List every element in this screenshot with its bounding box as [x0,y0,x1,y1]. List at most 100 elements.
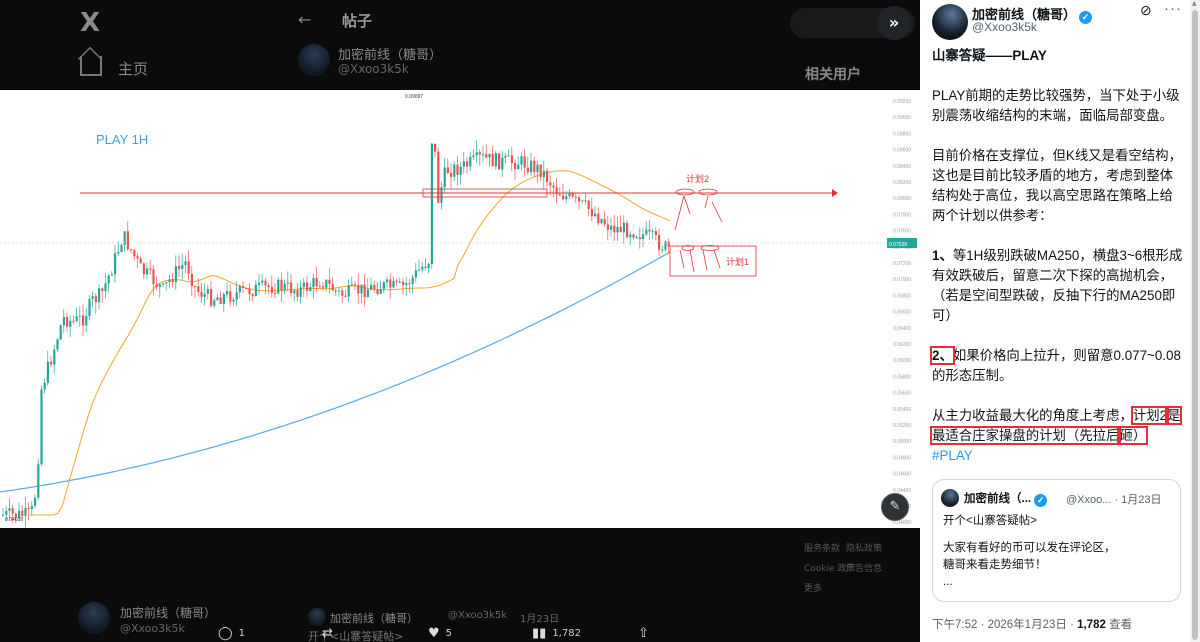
candle-body [530,160,533,173]
candle-body [286,282,289,284]
candle-body [248,288,251,295]
candle-body [654,231,657,236]
candle-body [424,266,427,269]
candle-body [526,167,529,173]
expand-icon[interactable]: » [877,6,911,40]
nav-home-label[interactable]: 主页 [118,58,148,79]
candle-body [594,213,597,217]
candle-body [414,270,417,278]
candle-body [184,261,187,266]
scrollbar-thumb[interactable] [1192,10,1198,640]
plan2-number-highlight: 2、 [930,346,955,365]
quoted-post-card[interactable]: 加密前线（... ✓ @Xxoo... · 1月23日 开个<山寨答疑帖> 大家有… [932,479,1181,602]
candle-body [626,222,629,238]
scrollbar[interactable]: ▲ [1190,0,1200,642]
candle-body [85,316,88,326]
reply-time: 1月23日 [520,614,560,625]
candle-body [587,200,590,209]
candle-body [478,152,481,155]
candle-body [162,283,165,285]
like-action[interactable]: ♥ 5 [428,626,452,641]
avatar[interactable] [932,4,968,40]
price-axis-tick: 0.07200 [893,261,911,267]
candle-body [203,293,206,297]
author-handle[interactable]: @Xxoo3k5k [972,20,1037,34]
plan1-number: 1、 [932,248,953,263]
quote-author-name: 加密前线（... ✓ [964,490,1048,507]
edit-image-icon[interactable]: ✎ [881,493,909,521]
candle-body [328,279,331,284]
bottom-author-handle[interactable]: @Xxoo3k5k [120,622,185,635]
grok-icon[interactable]: ⊘ [1140,2,1152,19]
candle-body [210,289,213,306]
x-logo[interactable]: X [80,8,100,38]
candle-body [517,164,520,170]
candle-body [94,296,97,303]
candle-body [507,155,510,157]
candle-body [635,237,638,239]
reply-action[interactable]: ◯ 1 [218,626,245,641]
candle-body [5,510,8,515]
post-author-handle[interactable]: @Xxoo3k5k [338,62,409,76]
post-timestamp[interactable]: 下午7:52 · 2026年1月23日 · [932,619,1077,631]
price-axis-tick: 0.06400 [893,326,911,332]
candle-body [62,316,65,326]
candle-body [197,286,200,293]
candle-body [523,156,526,168]
plan1-path-arrow [689,249,695,273]
plan2-highlight: 计划2 [1130,406,1170,425]
candle-body [370,284,373,290]
candle-body [488,153,491,158]
candle-body [229,291,232,302]
candle-body [107,275,110,284]
avatar[interactable] [298,44,330,76]
candle-body [66,316,69,327]
quote-text: 开个<山寨答疑帖> 大家有看好的币可以发在评论区， 糖哥来看走势细节！ ... [943,513,1173,591]
scroll-up-icon[interactable]: ▲ [1192,0,1197,7]
candle-body [350,284,353,286]
candle-body [171,279,174,283]
candle-body [318,286,321,288]
candle-body [363,284,366,298]
price-axis-tick: 0.04000 [893,520,911,526]
candle-body [200,292,203,297]
post-detail-panel: 加密前线（糖哥） ✓ @Xxoo3k5k ⊘ ··· 山寨答疑——PLAY PLA… [920,0,1190,642]
heart-icon: ♥ [428,626,440,641]
plan2-path-arrow [683,195,691,215]
more-options-icon[interactable]: ··· [1164,0,1182,17]
price-axis-tick: 0.06000 [893,358,911,364]
avatar[interactable] [78,602,110,634]
footer-link[interactable]: 广告信息 [846,561,882,574]
avatar[interactable] [308,608,326,626]
share-action[interactable]: ⇧ [638,626,649,641]
price-axis-tick: 0.07000 [893,277,911,283]
price-axis-tick: 0.06800 [893,293,911,299]
quote-ellipsis: ... [943,576,953,588]
candle-body [53,349,56,365]
back-arrow-icon[interactable]: ← [298,10,311,29]
price-axis-tick: 0.09000 [893,115,911,121]
candle-body [11,508,14,514]
price-tag-label: 0.07538 [889,242,907,248]
candle-body [8,508,11,511]
hashtag-link[interactable]: #PLAY [932,448,973,463]
post-meta: 下午7:52 · 2026年1月23日 · 1,782 查看 [932,616,1132,632]
quote-line: 大家有看好的币可以发在评论区， [943,542,1116,554]
post-author-name[interactable]: 加密前线（糖哥） [338,44,442,63]
candle-body [421,266,424,270]
footer-link[interactable]: 隐私政策 [846,541,882,554]
reply-author-name[interactable]: 加密前线（糖哥） [330,610,418,626]
footer-link[interactable]: 服务条款 [804,541,840,554]
ma-fast-line [30,170,671,516]
views-action[interactable]: ▮▮ 1,782 [532,626,581,641]
candle-body [379,288,382,294]
candle-body [510,155,513,164]
footer-link[interactable]: 更多 [804,581,822,594]
repost-action[interactable]: ⇄ [322,626,333,641]
reply-author-handle[interactable]: @Xxoo3k5k [448,610,507,621]
home-icon[interactable] [80,56,102,76]
bottom-author-name[interactable]: 加密前线（糖哥） [120,604,216,621]
candle-body [494,153,497,167]
candle-body [651,231,654,233]
candle-body [222,294,225,304]
